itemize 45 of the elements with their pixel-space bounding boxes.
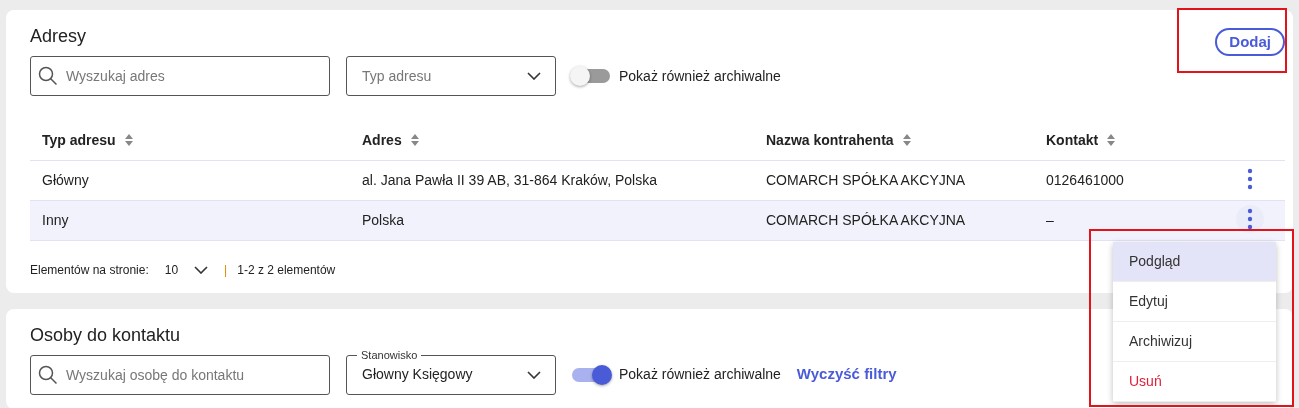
table-cell: COMARCH SPÓŁKA AKCYJNA bbox=[754, 160, 1034, 200]
select-field[interactable]: Typ adresu bbox=[346, 56, 556, 96]
search-icon bbox=[38, 66, 58, 86]
menu-item[interactable]: Archiwizuj bbox=[1113, 322, 1276, 362]
sort-icon[interactable] bbox=[409, 133, 420, 148]
toggle-label: Pokaż również archiwalne bbox=[619, 365, 781, 384]
table-cell: Polska bbox=[350, 200, 754, 240]
search-field[interactable]: Wyszukaj osobę do kontaktu bbox=[30, 354, 330, 395]
add-button[interactable]: Dodaj bbox=[1215, 28, 1285, 56]
page-size-select[interactable]: 10 bbox=[158, 260, 215, 279]
menu-item[interactable]: Edytuj bbox=[1113, 282, 1276, 322]
column-header[interactable]: Typ adresu bbox=[30, 122, 350, 160]
column-header[interactable]: Nazwa kontrahenta bbox=[754, 122, 1034, 160]
separator: | bbox=[224, 261, 228, 279]
page-size-label: Elementów na stronie: bbox=[30, 261, 149, 279]
chevron-down-icon bbox=[527, 72, 541, 80]
menu-item[interactable]: Usuń bbox=[1113, 362, 1276, 402]
toggle-switch[interactable] bbox=[572, 367, 610, 382]
sort-icon[interactable] bbox=[123, 133, 134, 148]
table-cell: 0126461000 bbox=[1034, 160, 1214, 200]
clear-filters-link[interactable]: Wyczyść filtry bbox=[796, 363, 897, 386]
pagination-summary: 1-2 z 2 elementów bbox=[237, 261, 336, 279]
section-title: Adresy bbox=[30, 25, 87, 48]
table-cell: – bbox=[1034, 200, 1214, 240]
more-button[interactable] bbox=[1235, 204, 1264, 233]
sort-icon[interactable] bbox=[901, 133, 912, 148]
menu-item[interactable]: Podgląd bbox=[1113, 242, 1276, 282]
select-value: Głowny Księgowy bbox=[362, 365, 473, 384]
column-header[interactable]: Adres bbox=[350, 122, 754, 160]
chevron-down-icon bbox=[527, 370, 541, 379]
chevron-down-icon bbox=[194, 265, 209, 274]
section-title: Osoby do kontaktu bbox=[30, 323, 181, 347]
table-cell: Inny bbox=[30, 200, 350, 240]
select-placeholder: Typ adresu bbox=[362, 66, 432, 86]
more-icon bbox=[1246, 207, 1253, 230]
sort-icon[interactable] bbox=[1106, 133, 1117, 148]
search-field[interactable]: Wyszukaj adres bbox=[30, 56, 330, 96]
more-icon bbox=[1246, 167, 1253, 190]
table-cell: al. Jana Pawła II 39 AB, 31-864 Kraków, Polska bbox=[350, 160, 754, 200]
search-icon bbox=[38, 364, 58, 385]
table-cell: COMARCH SPÓŁKA AKCYJNA bbox=[754, 200, 1034, 240]
toggle-label: Pokaż również archiwalne bbox=[619, 66, 781, 86]
table-cell: Główny bbox=[30, 160, 350, 200]
toggle-switch[interactable] bbox=[572, 69, 610, 83]
column-header[interactable]: Kontakt bbox=[1034, 122, 1214, 160]
